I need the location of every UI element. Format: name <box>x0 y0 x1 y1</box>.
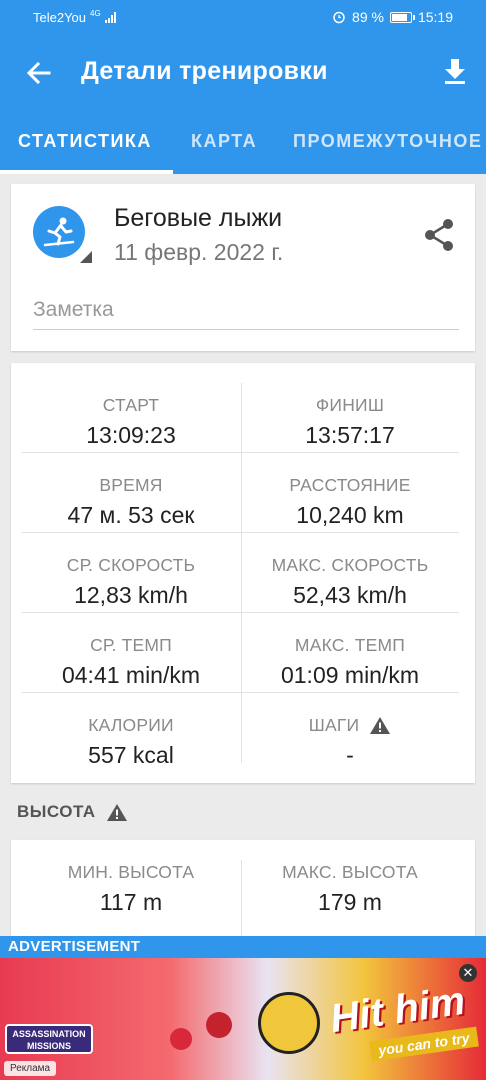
app-header: Tele2You 4G 89 % 15:19 Детали тренировки… <box>0 0 486 174</box>
stat-label: СТАРТ <box>102 395 160 415</box>
stat-label: СР. СКОРОСТЬ <box>66 555 196 575</box>
section-title: ВЫСОТА <box>17 802 96 821</box>
tab-statistics[interactable]: СТАТИСТИКА <box>18 112 152 174</box>
stat-avg-speed: СР. СКОРОСТЬ 12,83 km/h <box>22 533 240 613</box>
battery-icon <box>389 11 415 23</box>
stat-value: - <box>346 742 354 768</box>
stat-value: 179 m <box>318 889 382 915</box>
ad-character <box>258 992 320 1054</box>
stat-max-speed: МАКС. СКОРОСТЬ 52,43 km/h <box>241 533 459 613</box>
stat-label: МАКС. ТЕМП <box>294 635 406 655</box>
ad-game-logo: ASSASSINATION MISSIONS <box>5 1024 93 1054</box>
stat-value: 04:41 min/km <box>61 662 201 688</box>
signal-icon <box>104 11 116 23</box>
stat-value: 01:09 min/km <box>280 662 420 688</box>
note-input[interactable]: Заметка <box>33 296 459 330</box>
stat-label: МИН. ВЫСОТА <box>67 862 195 882</box>
stat-value: 12,83 km/h <box>74 582 188 608</box>
stat-label: МАКС. СКОРОСТЬ <box>271 555 429 575</box>
stat-duration: ВРЕМЯ 47 м. 53 сек <box>22 453 240 533</box>
stat-label: ШАГИ <box>308 715 360 735</box>
stats-row: ВРЕМЯ 47 м. 53 сек РАССТОЯНИЕ 10,240 km <box>22 453 459 533</box>
stat-min-altitude: МИН. ВЫСОТА 117 m <box>22 840 240 920</box>
stat-label: ВРЕМЯ <box>99 475 163 495</box>
ad-figure <box>170 1028 192 1050</box>
stat-max-altitude: МАКС. ВЫСОТА 179 m <box>241 840 459 920</box>
clock: 15:19 <box>417 9 453 25</box>
stat-label: КАЛОРИИ <box>88 715 174 735</box>
stat-calories: КАЛОРИИ 557 kcal <box>22 693 240 773</box>
activity-type-dropdown-icon[interactable] <box>80 251 92 263</box>
warning-icon[interactable] <box>106 803 128 822</box>
close-icon[interactable]: ✕ <box>459 964 477 982</box>
page-title: Детали тренировки <box>81 57 328 85</box>
carrier-name: Tele2You <box>33 9 87 25</box>
stats-row: СТАРТ 13:09:23 ФИНИШ 13:57:17 <box>22 373 459 453</box>
active-tab-indicator <box>0 170 173 174</box>
share-icon[interactable] <box>424 218 456 252</box>
status-bar: Tele2You 4G 89 % 15:19 <box>0 0 486 34</box>
network-type: 4G <box>90 8 101 18</box>
stat-steps: ШАГИ - <box>241 693 459 773</box>
stat-label: МАКС. ВЫСОТА <box>282 862 418 882</box>
stats-card: СТАРТ 13:09:23 ФИНИШ 13:57:17 ВРЕМЯ 47 м. 5… <box>11 363 475 783</box>
stat-avg-pace: СР. ТЕМП 04:41 min/km <box>22 613 240 693</box>
tab-map[interactable]: КАРТА <box>191 112 257 174</box>
activity-name: Беговые лыжи <box>114 204 283 232</box>
stat-value: 52,43 km/h <box>293 582 407 608</box>
stat-distance: РАССТОЯНИЕ 10,240 km <box>241 453 459 533</box>
stat-finish: ФИНИШ 13:57:17 <box>241 373 459 453</box>
stat-value: 13:09:23 <box>86 422 176 448</box>
ad-banner[interactable]: ASSASSINATION MISSIONS Hit him you can t… <box>0 958 486 1080</box>
stat-value: 117 m <box>99 889 163 915</box>
stat-value: 13:57:17 <box>305 422 395 448</box>
stat-value: 557 kcal <box>88 742 174 768</box>
altitude-section-header: ВЫСОТА <box>17 802 128 822</box>
stat-start: СТАРТ 13:09:23 <box>22 373 240 453</box>
altitude-card: МИН. ВЫСОТА 117 m МАКС. ВЫСОТА 179 m <box>11 840 475 940</box>
tab-splits[interactable]: ПРОМЕЖУТОЧНОЕ <box>293 112 482 174</box>
stats-row: МИН. ВЫСОТА 117 m МАКС. ВЫСОТА 179 m <box>22 840 459 920</box>
stat-label-wrapper: ШАГИ <box>241 715 459 736</box>
stat-label: СР. ТЕМП <box>90 635 172 655</box>
battery-percent: 89 % <box>352 9 384 25</box>
tab-bar: СТАТИСТИКА КАРТА ПРОМЕЖУТОЧНОЕ <box>0 112 486 174</box>
ad-tag: Реклама <box>4 1061 57 1076</box>
stat-max-pace: МАКС. ТЕМП 01:09 min/km <box>241 613 459 693</box>
stat-label: РАССТОЯНИЕ <box>289 475 411 495</box>
stat-label: ФИНИШ <box>315 395 385 415</box>
ad-figure <box>206 1012 232 1038</box>
ad-label: ADVERTISEMENT <box>0 936 486 958</box>
stat-value: 10,240 km <box>296 502 404 528</box>
warning-icon[interactable] <box>369 716 391 735</box>
alarm-icon <box>333 11 345 24</box>
stats-row: СР. СКОРОСТЬ 12,83 km/h МАКС. СКОРОСТЬ 52,… <box>22 533 459 613</box>
activity-date: 11 февр. 2022 г. <box>114 239 284 265</box>
stat-value: 47 м. 53 сек <box>67 502 195 528</box>
stats-row: КАЛОРИИ 557 kcal ШАГИ - <box>22 693 459 773</box>
stats-row: СР. ТЕМП 04:41 min/km МАКС. ТЕМП 01:09 min… <box>22 613 459 693</box>
toolbar: Детали тренировки <box>0 34 486 112</box>
back-arrow-icon[interactable] <box>22 56 56 90</box>
download-icon[interactable] <box>438 54 472 88</box>
advertisement: ADVERTISEMENT ASSASSINATION MISSIONS Hit… <box>0 936 486 1080</box>
cross-country-skiing-icon[interactable] <box>33 206 85 258</box>
activity-card: Беговые лыжи 11 февр. 2022 г. Заметка <box>11 184 475 351</box>
